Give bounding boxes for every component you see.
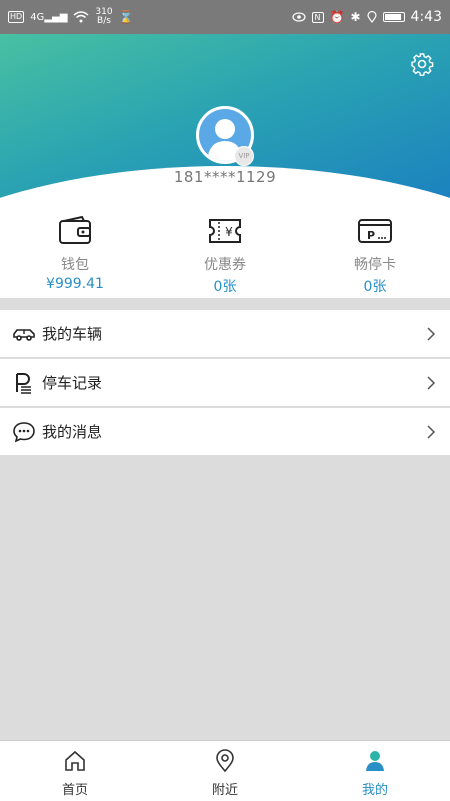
wifi-icon	[73, 11, 89, 23]
gear-icon[interactable]	[410, 52, 434, 76]
home-icon	[65, 750, 85, 771]
battery-icon	[382, 12, 405, 22]
signal-icon: 4G▂▄▆	[30, 11, 68, 23]
stat-label: 优惠券	[204, 257, 246, 273]
profile-icon	[366, 751, 384, 771]
wallet-icon	[59, 216, 91, 244]
nav-tab-nearby[interactable]: 附近	[150, 741, 300, 801]
stat-label: 畅停卡	[354, 257, 396, 273]
bottom-nav: 首页 附近 我的	[0, 740, 450, 801]
menu-item-my-messages[interactable]: 我的消息	[0, 408, 450, 455]
chevron-right-icon	[427, 326, 436, 341]
network-type: 4G	[30, 11, 45, 23]
menu-item-my-vehicles[interactable]: 我的车辆	[0, 310, 450, 357]
stat-label: 钱包	[61, 257, 89, 273]
account-stats: 钱包 ¥999.41 ¥ 优惠券 0张 P 畅停卡 0张	[0, 200, 450, 298]
speed-unit: B/s	[97, 16, 111, 26]
menu-item-parking-records[interactable]: 停车记录	[0, 359, 450, 406]
hd-icon: HD	[8, 11, 25, 23]
chevron-right-icon	[427, 375, 436, 390]
alarm-icon: ⏰	[329, 10, 345, 24]
nav-label: 我的	[361, 783, 388, 798]
status-time: 4:43	[410, 9, 442, 25]
vip-badge: VIP	[234, 146, 254, 166]
stat-wallet[interactable]: 钱包 ¥999.41	[0, 200, 150, 298]
svg-text:P: P	[367, 229, 375, 242]
parking-record-icon	[16, 372, 31, 394]
menu-list: 我的车辆 停车记录 我的消息	[0, 310, 450, 457]
car-icon	[13, 328, 35, 341]
nav-label: 首页	[61, 783, 88, 798]
nav-tab-mine[interactable]: 我的	[300, 741, 450, 801]
status-bar: HD 4G▂▄▆ 310 B/s ⌛ N ⏰ ✱ 4:43	[0, 0, 450, 34]
message-icon	[13, 421, 35, 442]
svg-text:¥: ¥	[225, 225, 233, 239]
bluetooth-icon: ✱	[350, 10, 361, 24]
user-phone: 181****1129	[173, 168, 277, 186]
coupon-icon: ¥	[209, 219, 241, 243]
stat-coupons[interactable]: ¥ 优惠券 0张	[150, 200, 300, 298]
stat-parking-card[interactable]: P 畅停卡 0张	[300, 200, 450, 298]
hourglass-icon: ⌛	[118, 10, 134, 24]
location-pin-icon	[216, 749, 234, 773]
nav-tab-home[interactable]: 首页	[0, 741, 150, 801]
nav-label: 附近	[211, 783, 238, 798]
stat-value: 0张	[213, 279, 237, 295]
menu-item-label: 我的车辆	[42, 325, 103, 343]
parking-card-icon: P	[358, 219, 392, 243]
stat-value: ¥999.41	[46, 276, 104, 292]
stat-value: 0张	[363, 279, 387, 295]
chevron-right-icon	[427, 424, 436, 439]
menu-item-label: 我的消息	[42, 423, 103, 441]
nfc-icon: N	[311, 11, 324, 23]
network-speed: 310 B/s	[95, 8, 112, 26]
eye-icon	[291, 12, 306, 22]
battery-level	[384, 14, 401, 20]
location-icon	[366, 11, 377, 23]
menu-item-label: 停车记录	[42, 374, 103, 392]
